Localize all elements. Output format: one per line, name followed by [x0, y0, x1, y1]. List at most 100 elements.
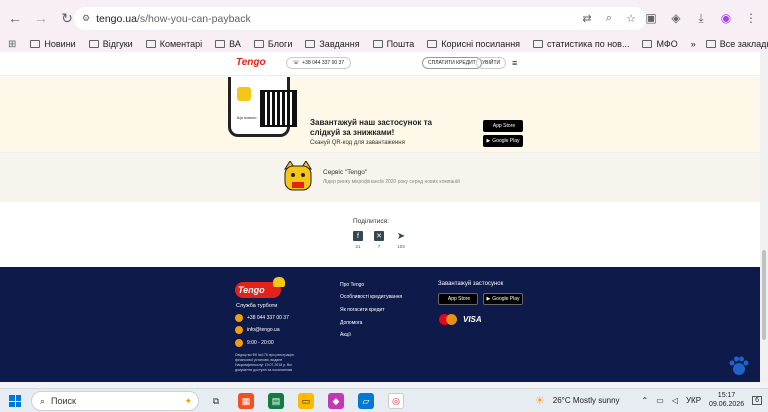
bookmarks-bar: ⊞ Новини Відгуки Коментарі ВА Блоги Завд…: [0, 36, 768, 52]
store-app-icon[interactable]: ▦: [238, 393, 254, 409]
hours-contact: 9:00 - 20:00: [235, 339, 274, 347]
apps-grid-icon[interactable]: ⊞: [8, 39, 16, 50]
phone-button[interactable]: ☏ +38 044 337 00 37: [286, 57, 352, 69]
footer-link-help[interactable]: Допомога: [340, 320, 362, 326]
page-scrollbar[interactable]: [760, 52, 768, 382]
site-header: Tengo ☏ +38 044 337 00 37 СПЛАТИТИ КРЕДИТ…: [0, 52, 760, 76]
download-icon[interactable]: ⤓: [692, 9, 710, 27]
search-highlight-icon: ✦: [184, 395, 192, 406]
bookmark-item[interactable]: статистика по нов...: [533, 39, 629, 49]
screenshot-icon[interactable]: ▣: [642, 9, 660, 27]
clock[interactable]: 15:17 09.06.2026: [709, 391, 744, 409]
language-indicator[interactable]: УКР: [686, 396, 701, 405]
x-icon[interactable]: ✕: [374, 231, 384, 241]
windows-start-icon[interactable]: [9, 395, 21, 407]
phone-mockup-label: Що нового: [237, 115, 257, 120]
google-play-badge[interactable]: ▶ Google Play: [483, 135, 523, 147]
clock-icon: [235, 339, 243, 347]
volume-icon[interactable]: ◁: [672, 396, 678, 405]
bookmark-item[interactable]: Корисні посилання: [427, 39, 520, 49]
taskbar-search[interactable]: ⌕ Поиск ✦: [31, 391, 199, 411]
bookmark-item[interactable]: МФО: [642, 39, 678, 49]
network-icon[interactable]: ▭: [656, 396, 664, 405]
app-store-badge[interactable]: App Store: [483, 120, 523, 132]
more-bookmarks-button[interactable]: »: [691, 39, 696, 49]
system-tray: ☀ 26°C Mostly sunny ⌃ ▭ ◁ УКР 15:17 09.0…: [535, 391, 768, 409]
weather-icon[interactable]: ☀: [535, 394, 545, 407]
calculator-app-icon[interactable]: ▤: [268, 393, 284, 409]
chrome-app-icon[interactable]: ◎: [388, 393, 404, 409]
footer-google-play-badge[interactable]: ▶ Google Play: [483, 293, 523, 305]
task-view-icon[interactable]: ⧉: [208, 393, 224, 409]
play-icon: ▶: [486, 296, 491, 302]
telegram-icon[interactable]: ➤: [396, 231, 406, 242]
bookmark-item[interactable]: ВА: [215, 39, 241, 49]
scrollbar-thumb[interactable]: [762, 250, 766, 340]
app-promo-section: Що нового Завантажуй наш застосунок та с…: [0, 77, 760, 152]
pay-credit-button[interactable]: СПЛАТИТИ КРЕДИТ: [422, 57, 482, 69]
address-bar[interactable]: ⚙ tengo.ua/s/how-you-can-payback ⇄ ⌕ ☆: [74, 7, 646, 30]
back-icon[interactable]: ←: [4, 7, 26, 29]
file-explorer-icon[interactable]: ▭: [298, 393, 314, 409]
play-icon: ▶: [486, 138, 491, 144]
folder-icon: [253, 40, 264, 48]
footer-link-credit-features[interactable]: Особливості кредитування: [340, 294, 402, 300]
folder-icon: [642, 40, 653, 48]
folder-icon: [145, 40, 156, 48]
bookmark-item[interactable]: Відгуки: [88, 39, 133, 49]
footer-link-repay[interactable]: Як погасити кредит: [340, 307, 385, 313]
bookmark-item[interactable]: Новини: [30, 39, 76, 49]
footer-link-about[interactable]: Про Tengo: [340, 282, 364, 288]
profile-icon[interactable]: ◉: [717, 9, 735, 27]
app-promo-subtitle: Скануй QR-код для завантаження: [310, 140, 405, 146]
facebook-icon[interactable]: f: [353, 231, 363, 241]
bookmark-item[interactable]: Блоги: [253, 39, 292, 49]
weather-text[interactable]: 26°C Mostly sunny: [553, 396, 620, 405]
menu-icon[interactable]: ⋮: [742, 9, 760, 27]
service-subtitle: Лідер ринку мікрофінансів 2020 року сере…: [323, 179, 460, 185]
site-logo[interactable]: Tengo: [236, 57, 266, 68]
extensions-icon[interactable]: ◈: [667, 9, 685, 27]
login-button[interactable]: УВІЙТИ: [476, 57, 507, 69]
email-contact[interactable]: info@tengo.ua: [235, 326, 280, 334]
copilot-app-icon[interactable]: ◆: [328, 393, 344, 409]
forward-icon[interactable]: →: [30, 7, 52, 29]
bookmark-item[interactable]: Коментарі: [145, 39, 202, 49]
zoom-icon[interactable]: ⌕: [602, 11, 616, 25]
service-section: Сервіс "Tengo" Лідер ринку мікрофінансів…: [0, 152, 760, 202]
telegram-share-count: 103: [397, 244, 405, 249]
cat-mascot-icon: [237, 87, 251, 101]
support-heading: Служба турботи: [236, 303, 278, 309]
browser-toolbar: ← → ↻ ⚙ tengo.ua/s/how-you-can-payback ⇄…: [0, 0, 768, 36]
footer-link-promotions[interactable]: Акції: [340, 332, 351, 338]
footer-logo[interactable]: Tengo: [235, 277, 285, 298]
bookmark-item[interactable]: Пошта: [372, 39, 414, 49]
folder-icon: [427, 40, 438, 48]
folder-icon: [215, 40, 226, 48]
windows-taskbar: ⌕ Поиск ✦ ⧉ ▦ ▤ ▭ ◆ ▱ ◎ ☀ 26°C Mostly su…: [0, 388, 768, 412]
service-title: Сервіс "Tengo": [323, 169, 368, 176]
mastercard-logo: [439, 314, 457, 326]
all-bookmarks-button[interactable]: Все закладки: [705, 39, 768, 49]
footer-app-store-badge[interactable]: App Store: [438, 293, 478, 305]
notifications-icon[interactable]: 6: [752, 395, 762, 405]
download-app-label: Завантажуй застосунок: [438, 281, 504, 287]
chat-paw-icon[interactable]: [728, 355, 750, 377]
legal-text: Свідоцтво ФК №176 про реєстрацію фінансо…: [235, 353, 294, 372]
phone-icon: [235, 314, 243, 322]
site-footer: Tengo Служба турботи +38 044 337 00 37 i…: [0, 267, 760, 382]
translate-icon[interactable]: ⇄: [580, 11, 594, 25]
cat-mascot-icon: [283, 161, 313, 191]
bookmark-star-icon[interactable]: ☆: [624, 11, 638, 25]
phone-icon: ☏: [293, 60, 300, 66]
facebook-share-count: 21: [355, 244, 361, 249]
bookmark-item[interactable]: Завдання: [305, 39, 360, 49]
tray-overflow-icon[interactable]: ⌃: [642, 396, 649, 405]
site-info-icon[interactable]: ⚙: [82, 13, 90, 24]
app-promo-title: Завантажуй наш застосунок та слідкуй за …: [310, 118, 432, 137]
mail-icon: [235, 326, 243, 334]
hamburger-menu-icon[interactable]: ≡: [512, 58, 521, 68]
phone-contact[interactable]: +38 044 337 00 37: [235, 314, 289, 322]
notes-app-icon[interactable]: ▱: [358, 393, 374, 409]
folder-icon: [533, 40, 544, 48]
